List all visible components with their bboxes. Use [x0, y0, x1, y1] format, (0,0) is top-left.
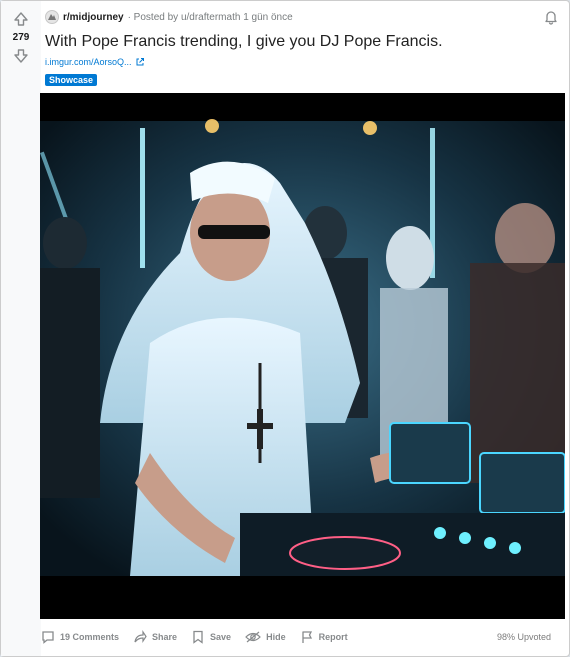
comment-icon [42, 631, 54, 644]
upvote-ratio: 98% Upvoted [496, 632, 551, 642]
posted-by: · Posted by u/draftermath 1 gün önce [127, 11, 293, 23]
external-link[interactable]: i.imgur.com/AorsoQ... [45, 57, 569, 67]
upvote-arrow-icon[interactable] [10, 8, 32, 30]
report-label: Report [318, 632, 348, 642]
comments-button[interactable]: 19 Comments [41, 630, 119, 644]
save-label: Save [210, 632, 232, 642]
hide-icon [245, 631, 261, 643]
report-button[interactable]: Report [300, 630, 348, 644]
post-card: 279 r/midjourney · Posted by u/drafterma… [0, 0, 570, 657]
share-button[interactable]: Share [133, 630, 177, 644]
subreddit-link[interactable]: r/midjourney [63, 12, 124, 23]
post-title[interactable]: With Pope Francis trending, I give you D… [45, 32, 569, 52]
hide-label: Hide [266, 632, 286, 642]
save-icon [193, 630, 203, 644]
hide-button[interactable]: Hide [245, 630, 286, 644]
downvote-arrow-icon[interactable] [10, 45, 32, 67]
share-label: Share [152, 632, 178, 642]
post-flair[interactable]: Showcase [45, 74, 98, 86]
save-button[interactable]: Save [191, 630, 231, 644]
external-link-icon [136, 58, 144, 66]
subreddit-icon[interactable] [45, 10, 59, 24]
post-image[interactable] [40, 93, 566, 619]
bell-icon[interactable] [543, 9, 559, 30]
share-icon [134, 630, 147, 643]
action-bar: 19 Comments Share Save Hide Report 98% U… [41, 626, 569, 648]
post-meta: r/midjourney · Posted by u/draftermath 1… [45, 9, 569, 25]
vote-score: 279 [12, 32, 30, 43]
post-content: r/midjourney · Posted by u/draftermath 1… [40, 1, 569, 656]
comments-label: 19 Comments [60, 632, 120, 642]
link-text[interactable]: i.imgur.com/AorsoQ... [45, 57, 132, 67]
report-icon [301, 631, 312, 643]
vote-column: 279 [1, 1, 41, 656]
